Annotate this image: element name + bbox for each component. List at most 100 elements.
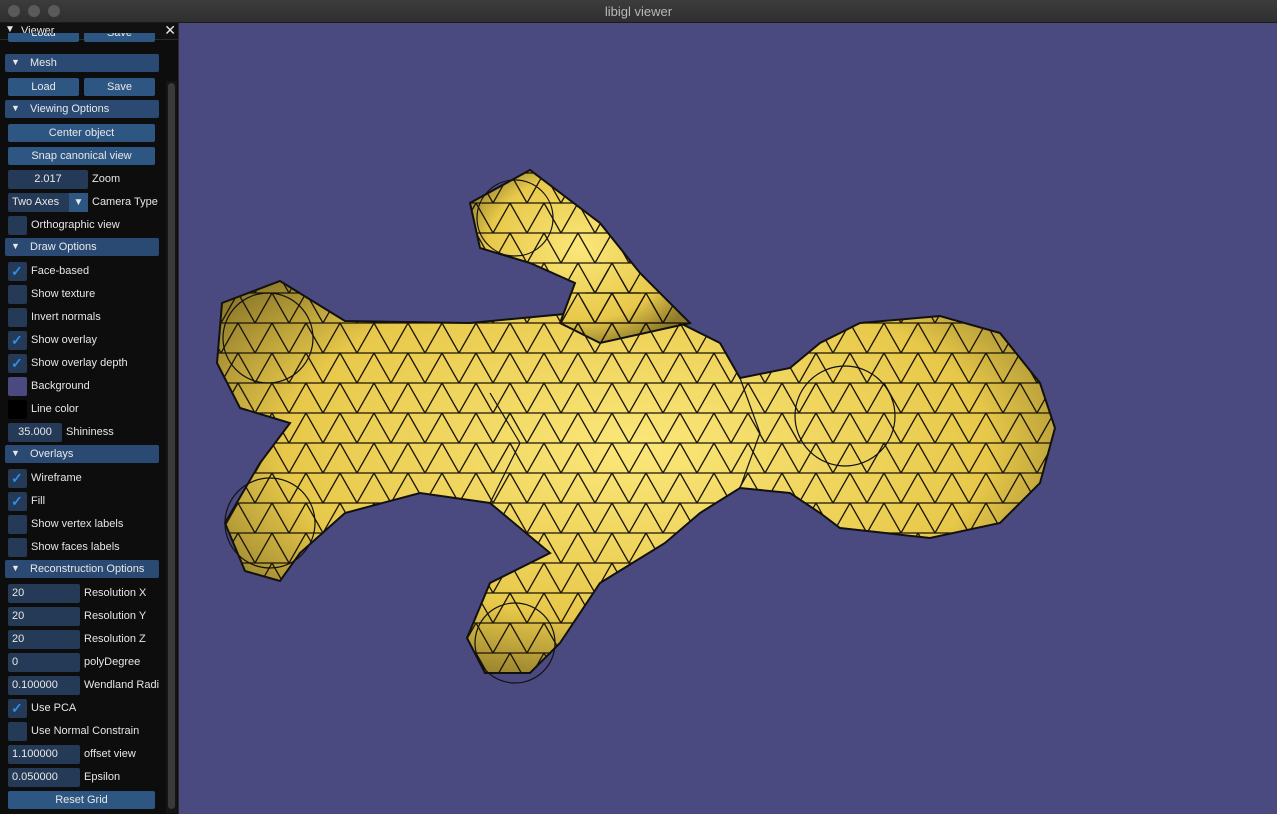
- mesh-body: [215, 168, 1057, 684]
- viewing-options-label: Viewing Options: [30, 103, 110, 115]
- camera-type-select[interactable]: Two Axes ▼: [8, 193, 88, 212]
- poly-degree-row: 0 polyDegree: [0, 649, 166, 672]
- fill-row: ✓ Fill: [0, 488, 166, 511]
- recon-header-row: ▼ Reconstruction Options: [0, 557, 166, 580]
- shininess-input[interactable]: 35.000: [8, 423, 62, 442]
- line-color-swatch[interactable]: [8, 400, 27, 419]
- vertex-labels-checkbox[interactable]: [8, 515, 27, 534]
- wireframe-row: ✓ Wireframe: [0, 465, 166, 488]
- background-color-swatch[interactable]: [8, 377, 27, 396]
- shininess-label: Shininess: [66, 426, 114, 438]
- vertex-labels-row: Show vertex labels: [0, 511, 166, 534]
- res-z-row: 20 Resolution Z: [0, 626, 166, 649]
- face-labels-label: Show faces labels: [31, 541, 120, 553]
- use-normal-constraint-checkbox[interactable]: [8, 722, 27, 741]
- zoom-input[interactable]: 2.017: [8, 170, 88, 189]
- use-pca-checkbox[interactable]: ✓: [8, 699, 27, 718]
- poly-degree-label: polyDegree: [84, 656, 141, 668]
- zoom-row: 2.017 Zoom: [0, 166, 166, 189]
- line-color-row: Line color: [0, 396, 166, 419]
- resolution-y-input[interactable]: 20: [8, 607, 80, 626]
- window-title: libigl viewer: [604, 4, 673, 19]
- resolution-z-label: Resolution Z: [84, 633, 146, 645]
- resolution-y-label: Resolution Y: [84, 610, 147, 622]
- center-object-button[interactable]: Center object: [8, 124, 155, 142]
- face-based-checkbox[interactable]: ✓: [8, 262, 27, 281]
- wendland-radius-label: Wendland Radi: [84, 679, 160, 691]
- poly-degree-input[interactable]: 0: [8, 653, 80, 672]
- face-labels-row: Show faces labels: [0, 534, 166, 557]
- draw-options-label: Draw Options: [30, 241, 97, 253]
- wendland-row: 0.100000 Wendland Radi: [0, 672, 166, 695]
- checkmark-icon: ✓: [11, 355, 23, 371]
- load-button-partial[interactable]: Load: [8, 33, 79, 42]
- resolution-x-label: Resolution X: [84, 587, 147, 599]
- face-based-label: Face-based: [31, 265, 90, 277]
- checkmark-icon: ✓: [11, 493, 23, 509]
- show-overlay-depth-checkbox[interactable]: ✓: [8, 354, 27, 373]
- checkmark-icon: ✓: [11, 332, 23, 348]
- checkmark-icon: ✓: [11, 470, 23, 486]
- scrollbar-thumb[interactable]: [168, 83, 175, 809]
- reset-grid-row: Reset Grid: [0, 787, 166, 810]
- overlays-header[interactable]: ▼ Overlays: [5, 445, 159, 463]
- resolution-z-input[interactable]: 20: [8, 630, 80, 649]
- 3d-viewport[interactable]: [0, 23, 1277, 814]
- orthographic-label: Orthographic view: [31, 219, 120, 231]
- epsilon-input[interactable]: 0.050000: [8, 768, 80, 787]
- use-normal-row: Use Normal Constrain: [0, 718, 166, 741]
- use-pca-row: ✓ Use PCA: [0, 695, 166, 718]
- reset-grid-button[interactable]: Reset Grid: [8, 791, 155, 809]
- reconstruction-options-header[interactable]: ▼ Reconstruction Options: [5, 560, 159, 578]
- snap-view-row: Snap canonical view: [0, 143, 166, 166]
- wireframe-label: Wireframe: [31, 472, 82, 484]
- show-overlay-row: ✓ Show overlay: [0, 327, 166, 350]
- show-overlay-label: Show overlay: [31, 334, 98, 346]
- face-based-row: ✓ Face-based: [0, 258, 166, 281]
- background-label: Background: [31, 380, 90, 392]
- invert-normals-checkbox[interactable]: [8, 308, 27, 327]
- face-labels-checkbox[interactable]: [8, 538, 27, 557]
- collapse-triangle-icon: ▼: [11, 448, 20, 458]
- mesh-header[interactable]: ▼ Mesh: [5, 54, 159, 72]
- show-texture-row: Show texture: [0, 281, 166, 304]
- collapse-triangle-icon: ▼: [11, 563, 20, 573]
- mesh-render[interactable]: [0, 23, 1277, 814]
- orthographic-checkbox[interactable]: [8, 216, 27, 235]
- fill-checkbox[interactable]: ✓: [8, 492, 27, 511]
- camera-type-row: Two Axes ▼ Camera Type: [0, 189, 166, 212]
- draw-options-header[interactable]: ▼ Draw Options: [5, 238, 159, 256]
- offset-view-row: 1.100000 offset view: [0, 741, 166, 764]
- wendland-radius-input[interactable]: 0.100000: [8, 676, 80, 695]
- show-overlay-checkbox[interactable]: ✓: [8, 331, 27, 350]
- show-overlay-depth-row: ✓ Show overlay depth: [0, 350, 166, 373]
- offset-view-label: offset view: [84, 748, 136, 760]
- chevron-down-icon[interactable]: ▼: [69, 193, 88, 212]
- viewing-options-header[interactable]: ▼ Viewing Options: [5, 100, 159, 118]
- mesh-load-button[interactable]: Load: [8, 78, 79, 96]
- wireframe-checkbox[interactable]: ✓: [8, 469, 27, 488]
- ortho-row: Orthographic view: [0, 212, 166, 235]
- center-object-row: Center object: [0, 120, 166, 143]
- collapse-triangle-icon: ▼: [11, 103, 20, 113]
- save-button-partial[interactable]: Save: [84, 33, 155, 42]
- invert-normals-label: Invert normals: [31, 311, 101, 323]
- vertex-labels-label: Show vertex labels: [31, 518, 124, 530]
- epsilon-row: 0.050000 Epsilon: [0, 764, 166, 787]
- viewing-header-row: ▼ Viewing Options: [0, 97, 166, 120]
- resolution-x-input[interactable]: 20: [8, 584, 80, 603]
- snap-canonical-view-button[interactable]: Snap canonical view: [8, 147, 155, 165]
- mesh-save-button[interactable]: Save: [84, 78, 155, 96]
- mesh-header-row: ▼ Mesh: [0, 51, 166, 74]
- res-y-row: 20 Resolution Y: [0, 603, 166, 626]
- panel-scrollbar[interactable]: [166, 81, 177, 813]
- invert-normals-row: Invert normals: [0, 304, 166, 327]
- draw-header-row: ▼ Draw Options: [0, 235, 166, 258]
- collapse-triangle-icon: ▼: [11, 57, 20, 67]
- close-icon[interactable]: ✕: [164, 23, 176, 39]
- use-pca-label: Use PCA: [31, 702, 77, 714]
- offset-view-input[interactable]: 1.100000: [8, 745, 80, 764]
- mesh-header-label: Mesh: [30, 57, 57, 69]
- show-texture-checkbox[interactable]: [8, 285, 27, 304]
- checkmark-icon: ✓: [11, 700, 23, 716]
